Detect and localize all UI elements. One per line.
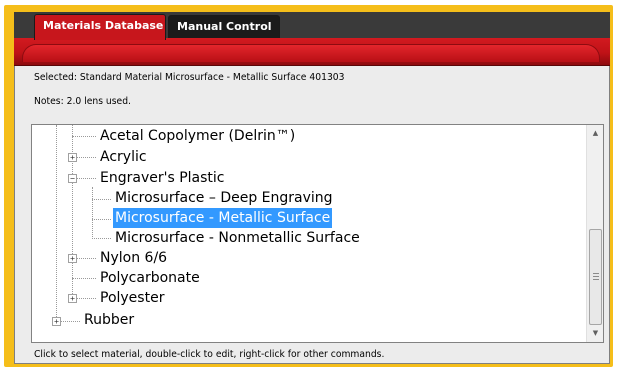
tree-line: [77, 258, 96, 259]
expand-icon[interactable]: +: [68, 294, 77, 303]
selected-material-text: Selected: Standard Material Microsurface…: [34, 72, 345, 83]
tree-item-acetal-copolymer[interactable]: Acetal Copolymer (Delrin™): [100, 126, 295, 146]
expand-icon[interactable]: +: [68, 254, 77, 263]
tree-line: [77, 157, 96, 158]
tree-item-deep-engraving[interactable]: Microsurface – Deep Engraving: [115, 188, 333, 208]
tree-line: [77, 298, 96, 299]
header-bar: [14, 38, 610, 66]
tree-line: [72, 125, 73, 298]
tree-line: [92, 238, 111, 239]
thumb-grip: [593, 276, 599, 277]
tab-strip: Materials Database Manual Control: [14, 12, 610, 40]
scroll-up-arrow-icon[interactable]: ▲: [587, 125, 604, 142]
notes-text: Notes: 2.0 lens used.: [34, 96, 131, 107]
tree-item-acrylic[interactable]: Acrylic: [100, 147, 147, 167]
tree-line: [72, 278, 96, 279]
tree-item-metallic-surface[interactable]: Microsurface - Metallic Surface: [113, 208, 333, 228]
thumb-grip: [593, 279, 599, 280]
tree-item-nylon[interactable]: Nylon 6/6: [100, 248, 167, 268]
tree-item-polyester[interactable]: Polyester: [100, 288, 164, 308]
expand-icon[interactable]: +: [68, 153, 77, 162]
thumb-grip: [593, 273, 599, 274]
tree-item-engravers-plastic[interactable]: Engraver's Plastic: [100, 168, 224, 188]
tab-manual-control[interactable]: Manual Control: [168, 15, 280, 39]
vertical-scrollbar[interactable]: ▲ ▼: [586, 125, 603, 342]
tree-line: [56, 125, 57, 321]
expand-icon[interactable]: +: [52, 317, 61, 326]
tab-materials-database[interactable]: Materials Database: [34, 14, 166, 40]
tree-item-rubber[interactable]: Rubber: [84, 310, 134, 330]
scrollbar-thumb[interactable]: [589, 229, 602, 325]
status-hint-text: Click to select material, double-click t…: [34, 349, 385, 360]
tree-line: [92, 187, 93, 237]
scroll-down-arrow-icon[interactable]: ▼: [587, 325, 604, 342]
header-bar-bevel: [22, 44, 600, 62]
tree-line: [72, 136, 96, 137]
tree-line: [77, 178, 96, 179]
materials-tree[interactable]: + − + + + Acetal Copolymer (Delrin™) Acr…: [31, 124, 604, 343]
tree-line: [92, 219, 111, 220]
tree-item-polycarbonate[interactable]: Polycarbonate: [100, 268, 200, 288]
collapse-icon[interactable]: −: [68, 174, 77, 183]
tree-line: [92, 199, 111, 200]
tree-line: [61, 321, 80, 322]
tree-item-nonmetallic-surface[interactable]: Microsurface - Nonmetallic Surface: [115, 228, 360, 248]
